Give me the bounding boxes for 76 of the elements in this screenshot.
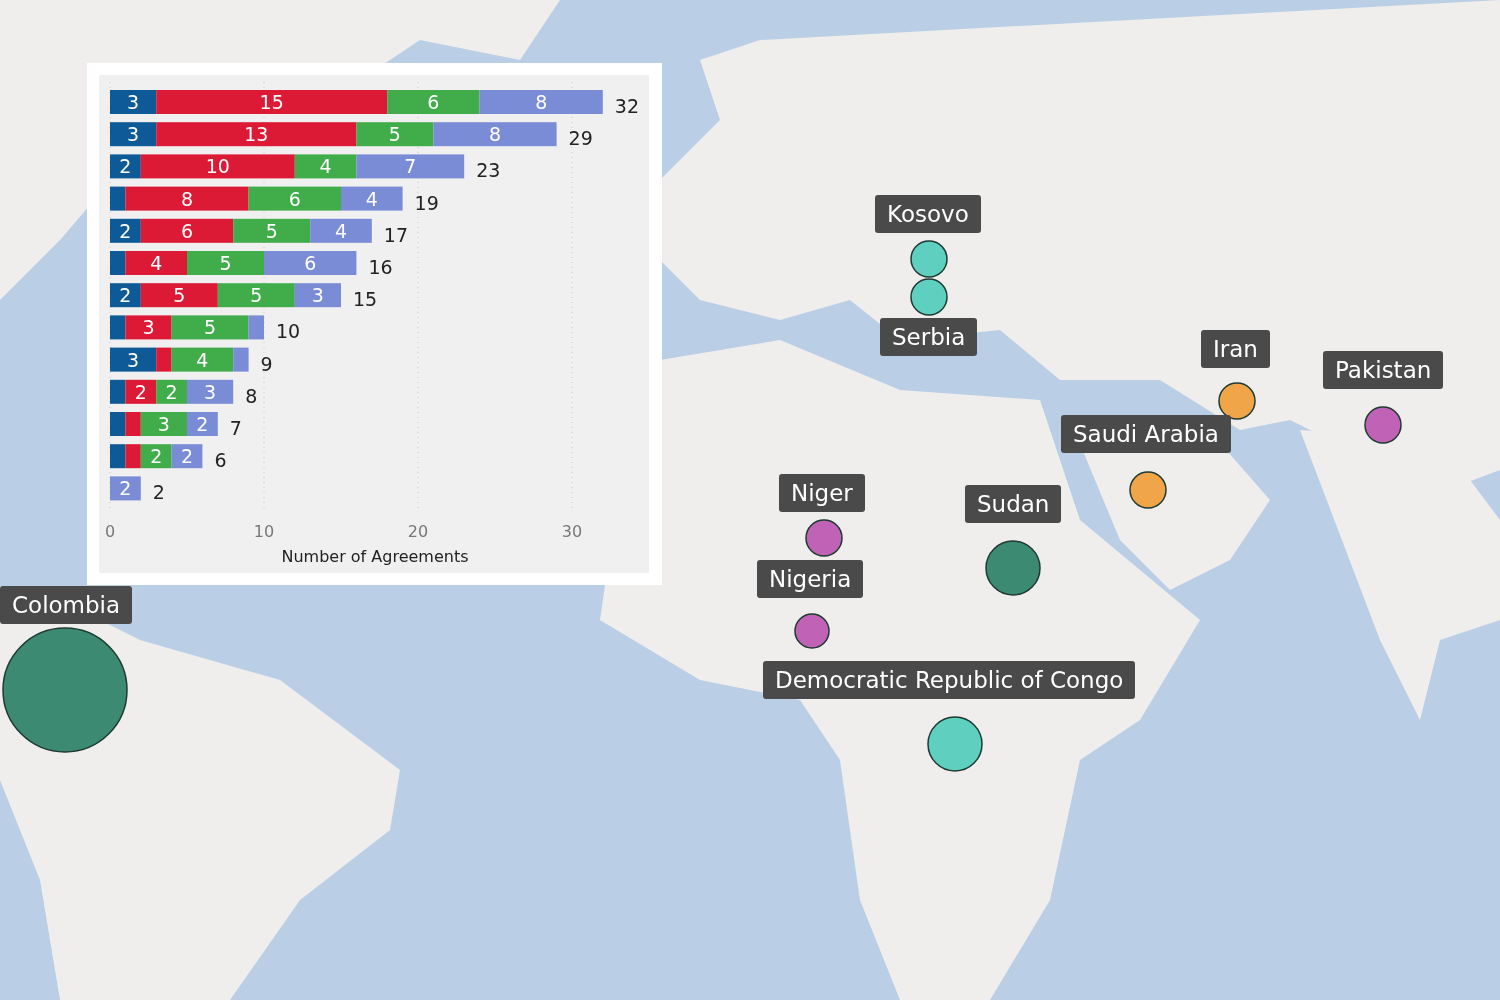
total-label: 2 <box>152 481 165 504</box>
value-label: 4 <box>196 348 209 371</box>
map-label: Nigeria <box>757 560 864 598</box>
value-label: 2 <box>150 445 163 468</box>
bubble-marker[interactable] <box>985 540 1041 596</box>
total-label: 7 <box>229 417 242 439</box>
value-label: 6 <box>304 252 317 274</box>
axis-tick-label: 0 <box>104 522 116 541</box>
bubble-marker[interactable] <box>1218 382 1256 420</box>
value-label: 5 <box>204 316 217 339</box>
value-label: 2 <box>119 155 132 178</box>
bubble-marker[interactable] <box>805 519 843 557</box>
value-label: 4 <box>150 252 163 274</box>
value-label: 10 <box>205 155 230 178</box>
total-label: 6 <box>214 449 227 472</box>
total-label: 17 <box>383 223 408 246</box>
map-label: Iran <box>1201 330 1270 368</box>
total-label: 32 <box>614 95 639 117</box>
bubble-marker[interactable] <box>1129 471 1167 509</box>
total-label: 16 <box>368 256 393 278</box>
bubble-marker[interactable] <box>927 716 983 772</box>
axis-title: Number of Agreements <box>281 547 469 566</box>
value-label: 7 <box>404 155 417 178</box>
value-label: 2 <box>180 445 194 468</box>
total-label: 15 <box>353 288 378 311</box>
value-label: 3 <box>127 348 140 371</box>
value-label: 6 <box>288 187 301 210</box>
value-label: 3 <box>142 316 155 339</box>
total-label: 19 <box>414 191 439 214</box>
value-label: 3 <box>127 91 140 113</box>
total-label: 29 <box>568 127 593 150</box>
value-label: 3 <box>127 123 140 146</box>
value-label: 4 <box>319 155 332 178</box>
total-label: 10 <box>276 320 301 343</box>
value-label: 5 <box>265 219 278 242</box>
map-label: Serbia <box>880 318 978 356</box>
axis-tick-label: 20 <box>407 522 429 541</box>
total-label: 8 <box>245 384 258 407</box>
total-label: 9 <box>260 352 273 375</box>
value-label: 4 <box>365 187 378 210</box>
value-label: 3 <box>311 284 324 307</box>
value-label: 13 <box>244 123 269 146</box>
value-label: 8 <box>535 91 548 113</box>
map-label: Pakistan <box>1323 351 1444 389</box>
value-label: 5 <box>173 284 186 307</box>
map-label: Kosovo <box>875 195 981 233</box>
value-label: 8 <box>180 187 194 210</box>
value-label: 4 <box>334 219 348 242</box>
map-label: Saudi Arabia <box>1061 415 1231 453</box>
value-label: 2 <box>119 477 132 500</box>
value-label: 2 <box>119 219 132 242</box>
value-label: 3 <box>157 413 170 435</box>
value-label: 2 <box>165 380 178 403</box>
map-label: Sudan <box>965 485 1062 523</box>
map-label: Colombia <box>0 586 133 624</box>
bubble-marker[interactable] <box>2 627 128 753</box>
value-label: 6 <box>180 219 194 242</box>
value-label: 3 <box>204 380 217 403</box>
map-label: Democratic Republic of Congo <box>763 661 1136 699</box>
bubble-marker[interactable] <box>1364 406 1402 444</box>
value-label: 5 <box>388 123 401 146</box>
value-label: 8 <box>488 123 502 146</box>
bubble-marker[interactable] <box>794 613 830 649</box>
axis-tick-label: 30 <box>561 522 583 541</box>
total-label: 23 <box>476 159 501 182</box>
axis-tick-label: 10 <box>253 522 275 541</box>
value-label: 6 <box>427 91 440 113</box>
map-label: Niger <box>779 474 865 512</box>
value-label: 5 <box>250 284 263 307</box>
value-label: 2 <box>196 413 209 435</box>
value-label: 5 <box>219 252 232 274</box>
bubble-marker[interactable] <box>910 240 948 278</box>
bubble-marker[interactable] <box>910 278 948 316</box>
value-label: 15 <box>259 91 284 113</box>
value-label: 2 <box>119 284 132 307</box>
value-label: 2 <box>134 380 147 403</box>
